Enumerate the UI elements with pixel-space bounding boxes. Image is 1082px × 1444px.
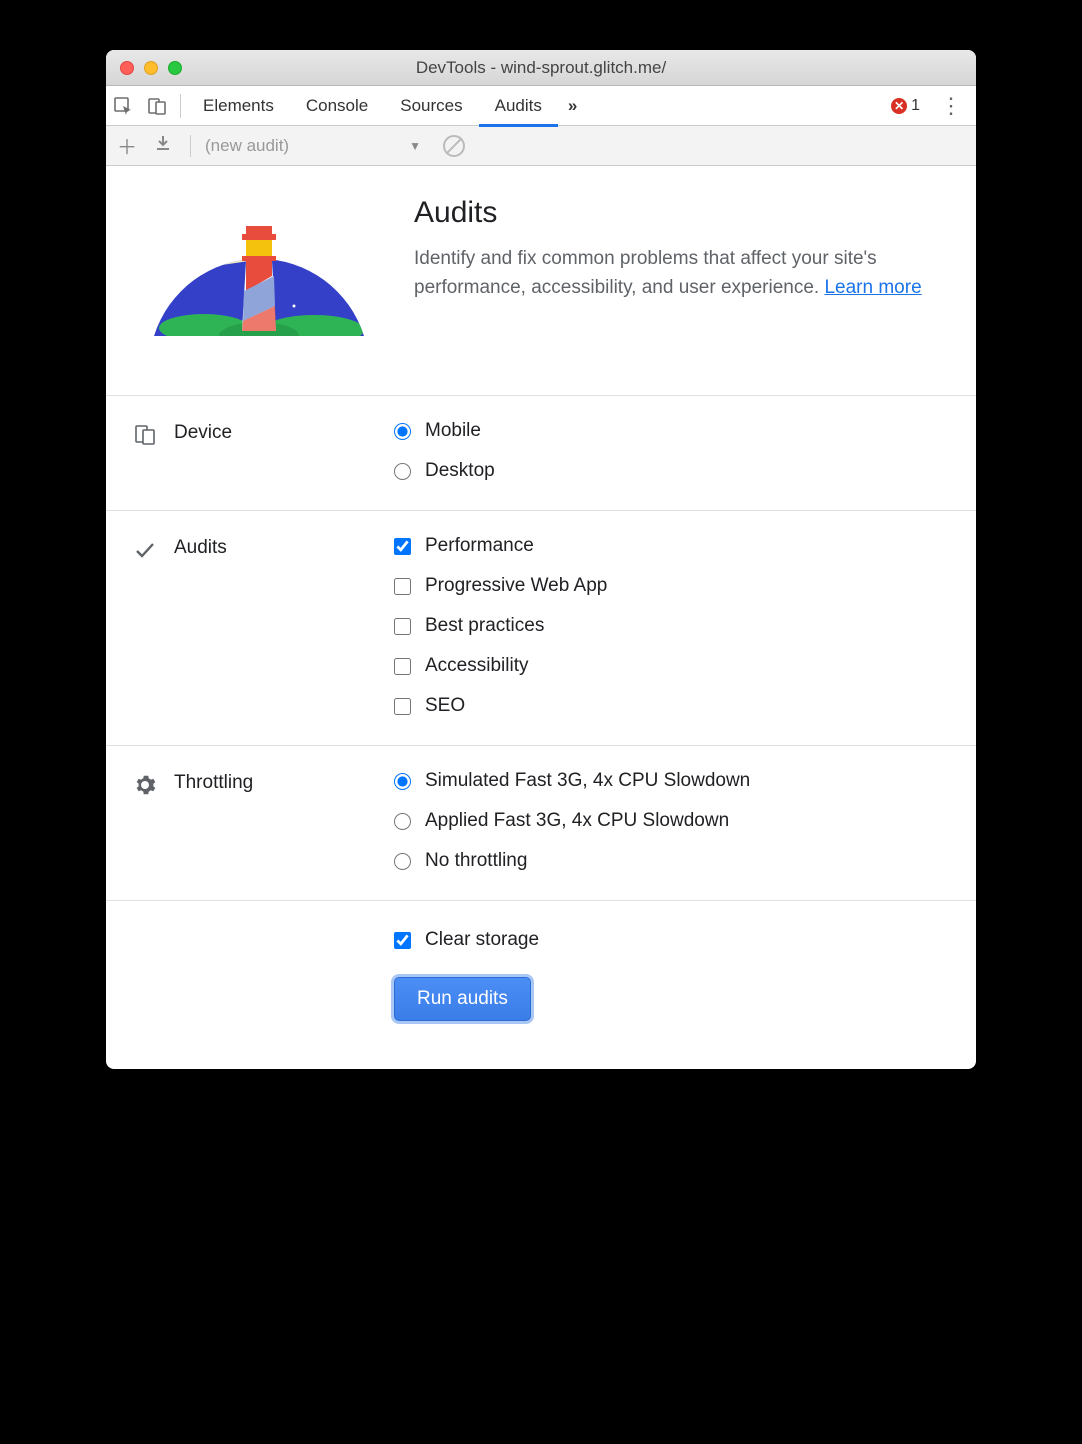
throttling-radio-applied[interactable]: [394, 813, 411, 830]
device-desktop-text: Desktop: [425, 460, 495, 482]
audit-check-bestpractices[interactable]: [394, 618, 411, 635]
more-options-icon[interactable]: ⋮: [926, 95, 976, 117]
audit-accessibility-text: Accessibility: [425, 655, 528, 677]
tab-console[interactable]: Console: [290, 86, 384, 126]
section-device: Device Mobile Desktop: [106, 395, 976, 510]
clear-storage-option[interactable]: Clear storage: [394, 929, 539, 951]
audit-bestpractices-text: Best practices: [425, 615, 544, 637]
audit-option-accessibility[interactable]: Accessibility: [394, 655, 948, 677]
gear-icon: [134, 774, 156, 796]
audit-select[interactable]: (new audit) ▼: [205, 136, 421, 156]
footer-row: Clear storage Run audits: [106, 900, 976, 1069]
minimize-window-button[interactable]: [144, 61, 158, 75]
error-count: 1: [911, 97, 920, 115]
hero-desc-text: Identify and fix common problems that af…: [414, 248, 877, 298]
audit-pwa-text: Progressive Web App: [425, 575, 607, 597]
device-label-text: Device: [174, 422, 232, 444]
throttling-options: Simulated Fast 3G, 4x CPU Slowdown Appli…: [394, 770, 948, 872]
audit-option-pwa[interactable]: Progressive Web App: [394, 575, 948, 597]
check-icon: [134, 539, 156, 561]
audits-panel: Audits Identify and fix common problems …: [106, 166, 976, 1069]
device-option-mobile[interactable]: Mobile: [394, 420, 948, 442]
audit-option-performance[interactable]: Performance: [394, 535, 948, 557]
titlebar: DevTools - wind-sprout.glitch.me/: [106, 50, 976, 86]
hero-title: Audits: [414, 196, 948, 230]
error-counter[interactable]: ✕ 1: [891, 97, 926, 115]
throttling-option-simulated[interactable]: Simulated Fast 3G, 4x CPU Slowdown: [394, 770, 948, 792]
learn-more-link[interactable]: Learn more: [824, 277, 921, 298]
audits-options: Performance Progressive Web App Best pra…: [394, 535, 948, 717]
tab-audits[interactable]: Audits: [479, 86, 558, 126]
lighthouse-illustration: [134, 196, 384, 361]
audit-check-seo[interactable]: [394, 698, 411, 715]
clear-storage-checkbox[interactable]: [394, 932, 411, 949]
device-toolbar-icon[interactable]: [140, 86, 174, 126]
close-window-button[interactable]: [120, 61, 134, 75]
audit-check-performance[interactable]: [394, 538, 411, 555]
separator: [190, 135, 191, 157]
throttling-option-none[interactable]: No throttling: [394, 850, 948, 872]
hero: Audits Identify and fix common problems …: [106, 166, 976, 395]
tabs-overflow-button[interactable]: »: [558, 86, 587, 126]
new-audit-icon[interactable]: ＋: [114, 131, 140, 160]
throttling-none-text: No throttling: [425, 850, 527, 872]
clear-storage-text: Clear storage: [425, 929, 539, 951]
device-radio-desktop[interactable]: [394, 463, 411, 480]
traffic-lights: [106, 61, 182, 75]
audits-label-text: Audits: [174, 537, 227, 559]
device-radio-mobile[interactable]: [394, 423, 411, 440]
device-icon: [134, 424, 156, 446]
chevron-down-icon: ▼: [409, 139, 421, 153]
zoom-window-button[interactable]: [168, 61, 182, 75]
throttling-applied-text: Applied Fast 3G, 4x CPU Slowdown: [425, 810, 729, 832]
run-audits-button[interactable]: Run audits: [394, 977, 531, 1021]
device-options: Mobile Desktop: [394, 420, 948, 482]
throttling-simulated-text: Simulated Fast 3G, 4x CPU Slowdown: [425, 770, 750, 792]
audits-toolbar: ＋ (new audit) ▼: [106, 126, 976, 166]
section-device-label: Device: [134, 420, 394, 482]
audit-performance-text: Performance: [425, 535, 534, 557]
device-mobile-text: Mobile: [425, 420, 481, 442]
window-title: DevTools - wind-sprout.glitch.me/: [106, 58, 976, 78]
hero-description: Identify and fix common problems that af…: [414, 244, 948, 303]
section-throttling-label: Throttling: [134, 770, 394, 872]
section-throttling: Throttling Simulated Fast 3G, 4x CPU Slo…: [106, 745, 976, 900]
device-option-desktop[interactable]: Desktop: [394, 460, 948, 482]
audit-check-accessibility[interactable]: [394, 658, 411, 675]
download-icon[interactable]: [150, 134, 176, 158]
audit-select-label: (new audit): [205, 136, 289, 156]
separator: [180, 94, 181, 118]
devtools-window: DevTools - wind-sprout.glitch.me/ Elemen…: [106, 50, 976, 1069]
section-audits-label: Audits: [134, 535, 394, 717]
section-audits: Audits Performance Progressive Web App B…: [106, 510, 976, 745]
clear-icon[interactable]: [443, 135, 465, 157]
audit-option-seo[interactable]: SEO: [394, 695, 948, 717]
error-icon: ✕: [891, 98, 907, 114]
throttling-radio-none[interactable]: [394, 853, 411, 870]
audit-seo-text: SEO: [425, 695, 465, 717]
audit-check-pwa[interactable]: [394, 578, 411, 595]
tab-sources[interactable]: Sources: [384, 86, 478, 126]
main-tabbar: Elements Console Sources Audits » ✕ 1 ⋮: [106, 86, 976, 126]
throttling-option-applied[interactable]: Applied Fast 3G, 4x CPU Slowdown: [394, 810, 948, 832]
hero-text: Audits Identify and fix common problems …: [414, 196, 948, 303]
tab-elements[interactable]: Elements: [187, 86, 290, 126]
audit-option-bestpractices[interactable]: Best practices: [394, 615, 948, 637]
throttling-radio-simulated[interactable]: [394, 773, 411, 790]
footer-column: Clear storage Run audits: [394, 929, 948, 1021]
throttling-label-text: Throttling: [174, 772, 253, 794]
inspect-element-icon[interactable]: [106, 86, 140, 126]
